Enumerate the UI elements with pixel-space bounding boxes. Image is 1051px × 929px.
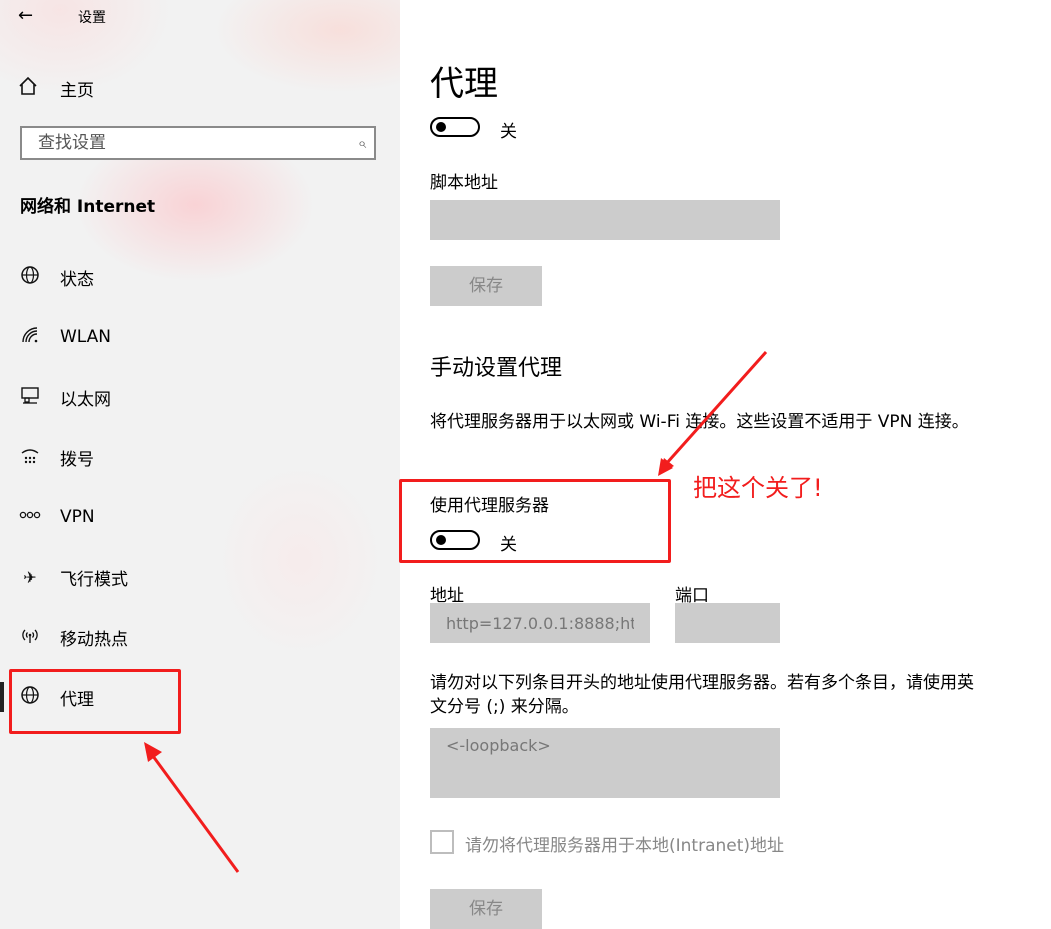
globe-status-icon — [18, 265, 42, 289]
exceptions-textarea[interactable]: <-loopback> — [430, 728, 780, 798]
hotspot-icon — [18, 625, 42, 649]
page-title: 代理 — [430, 64, 498, 104]
sidebar-item-label: 飞行模式 — [60, 569, 128, 590]
ethernet-icon — [18, 385, 42, 409]
sidebar-item-label: 移动热点 — [60, 629, 128, 650]
arrow-shaft-upper — [664, 351, 768, 465]
toggle-knob — [436, 535, 446, 545]
sidebar-item-dialup[interactable]: 拨号 — [18, 437, 94, 477]
script-address-field[interactable] — [430, 200, 780, 240]
exceptions-description: 请勿对以下列条目开头的地址使用代理服务器。若有多个条目，请使用英文分号 (;) … — [430, 673, 974, 717]
sidebar-item-wlan[interactable]: WLAN — [18, 317, 111, 357]
vpn-icon — [18, 505, 42, 529]
exceptions-field[interactable]: <-loopback> — [430, 728, 780, 798]
sidebar-item-label: VPN — [60, 507, 95, 527]
toggle-knob — [436, 122, 446, 132]
sidebar-item-proxy[interactable]: 代理 — [18, 677, 94, 717]
sidebar-item-label: 主页 — [60, 80, 94, 101]
sidebar-item-status[interactable]: 状态 — [18, 257, 94, 297]
home-icon — [18, 76, 44, 101]
bypass-local-label: 请勿将代理服务器用于本地(Intranet)地址 — [465, 836, 785, 856]
script-address-input[interactable] — [430, 200, 780, 240]
wifi-icon — [18, 325, 42, 349]
auto-detect-toggle[interactable] — [430, 117, 480, 137]
sidebar-item-ethernet[interactable]: 以太网 — [18, 377, 111, 417]
port-field[interactable] — [675, 603, 780, 643]
sidebar-item-label: 以太网 — [60, 389, 111, 410]
use-proxy-label: 使用代理服务器 — [430, 496, 549, 516]
sidebar-item-airplane[interactable]: ✈ 飞行模式 — [18, 557, 128, 597]
sidebar-item-home[interactable]: 主页 — [18, 74, 94, 102]
sidebar: ← 设置 主页 ⌕ 网络和 Internet 状态 WLAN 以太网 拨号 — [0, 0, 400, 929]
search-box[interactable]: ⌕ — [20, 126, 376, 160]
manual-description: 将代理服务器用于以太网或 Wi-Fi 连接。这些设置不适用于 VPN 连接。 — [430, 412, 969, 432]
manual-section-title: 手动设置代理 — [430, 356, 563, 381]
sidebar-item-label: 代理 — [60, 689, 94, 710]
sidebar-item-label: 状态 — [60, 269, 94, 290]
globe-icon — [18, 685, 42, 709]
dialup-icon — [18, 445, 42, 469]
search-icon[interactable]: ⌕ — [350, 134, 374, 152]
address-input[interactable] — [430, 603, 650, 643]
callout-text: 把这个关了! — [693, 474, 823, 502]
use-proxy-state: 关 — [500, 535, 517, 555]
search-input[interactable] — [36, 132, 350, 154]
window-title: 设置 — [78, 10, 106, 26]
auto-toggle-state: 关 — [500, 122, 517, 142]
use-proxy-toggle[interactable] — [430, 530, 480, 550]
sidebar-item-hotspot[interactable]: 移动热点 — [18, 617, 128, 657]
bypass-local-checkbox[interactable] — [430, 830, 454, 854]
port-input[interactable] — [675, 603, 780, 643]
save-manual-button[interactable]: 保存 — [430, 889, 542, 929]
sidebar-item-label: 拨号 — [60, 449, 94, 470]
save-script-button[interactable]: 保存 — [430, 266, 542, 306]
address-field[interactable] — [430, 603, 650, 643]
script-address-label: 脚本地址 — [430, 173, 498, 193]
arrow-head-upper — [658, 458, 673, 476]
selection-indicator — [0, 682, 4, 712]
sidebar-item-label: WLAN — [60, 327, 112, 347]
back-arrow-icon[interactable]: ← — [18, 4, 42, 28]
section-title: 网络和 Internet — [20, 197, 156, 217]
sidebar-item-vpn[interactable]: VPN — [18, 497, 95, 537]
airplane-icon: ✈ — [23, 567, 37, 587]
